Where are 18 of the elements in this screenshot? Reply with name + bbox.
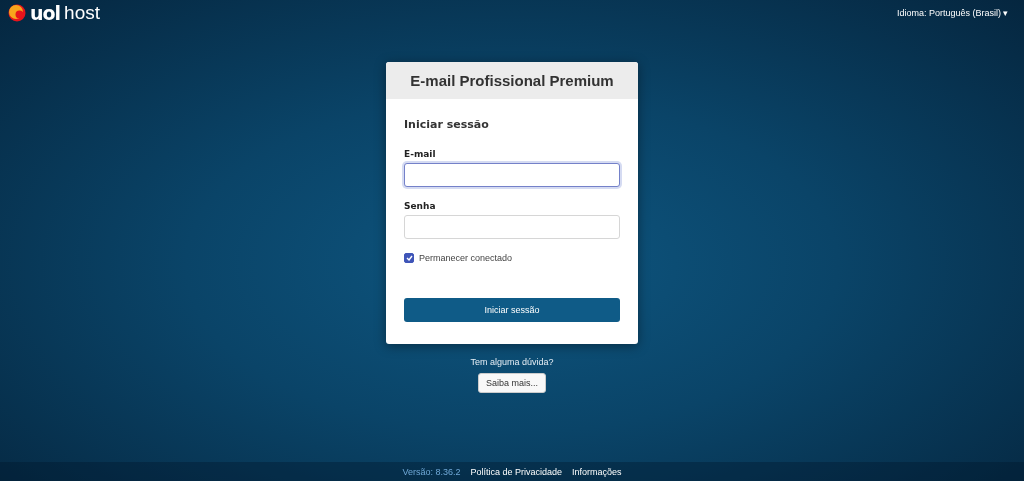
form-heading: Iniciar sessão	[404, 118, 490, 131]
footer-link[interactable]: Informações	[572, 466, 622, 477]
checkbox[interactable]	[404, 253, 414, 263]
language-selector[interactable]: Idioma: Português (Brasil)	[896, 8, 1001, 18]
footer-link[interactable]: Política de Privacidade	[470, 466, 563, 477]
logo-icon	[8, 4, 26, 22]
learn-more-button[interactable]: Saiba mais...	[478, 373, 546, 393]
card-title: E-mail Profissional Premium	[386, 62, 638, 99]
logo-product: host	[64, 2, 100, 24]
login-button[interactable]: Iniciar sessão	[404, 298, 620, 322]
field-label: E-mail	[404, 149, 437, 159]
logo-brand: uol	[30, 2, 61, 24]
version-text: Versão: 8.36.2	[402, 466, 461, 477]
caret-icon[interactable]: ▾	[1003, 8, 1008, 18]
field-label: Senha	[404, 201, 437, 211]
checkbox-label[interactable]: Permanecer conectado	[419, 253, 513, 263]
input-field[interactable]	[404, 163, 620, 187]
help-question: Tem alguma dúvida?	[470, 357, 554, 367]
